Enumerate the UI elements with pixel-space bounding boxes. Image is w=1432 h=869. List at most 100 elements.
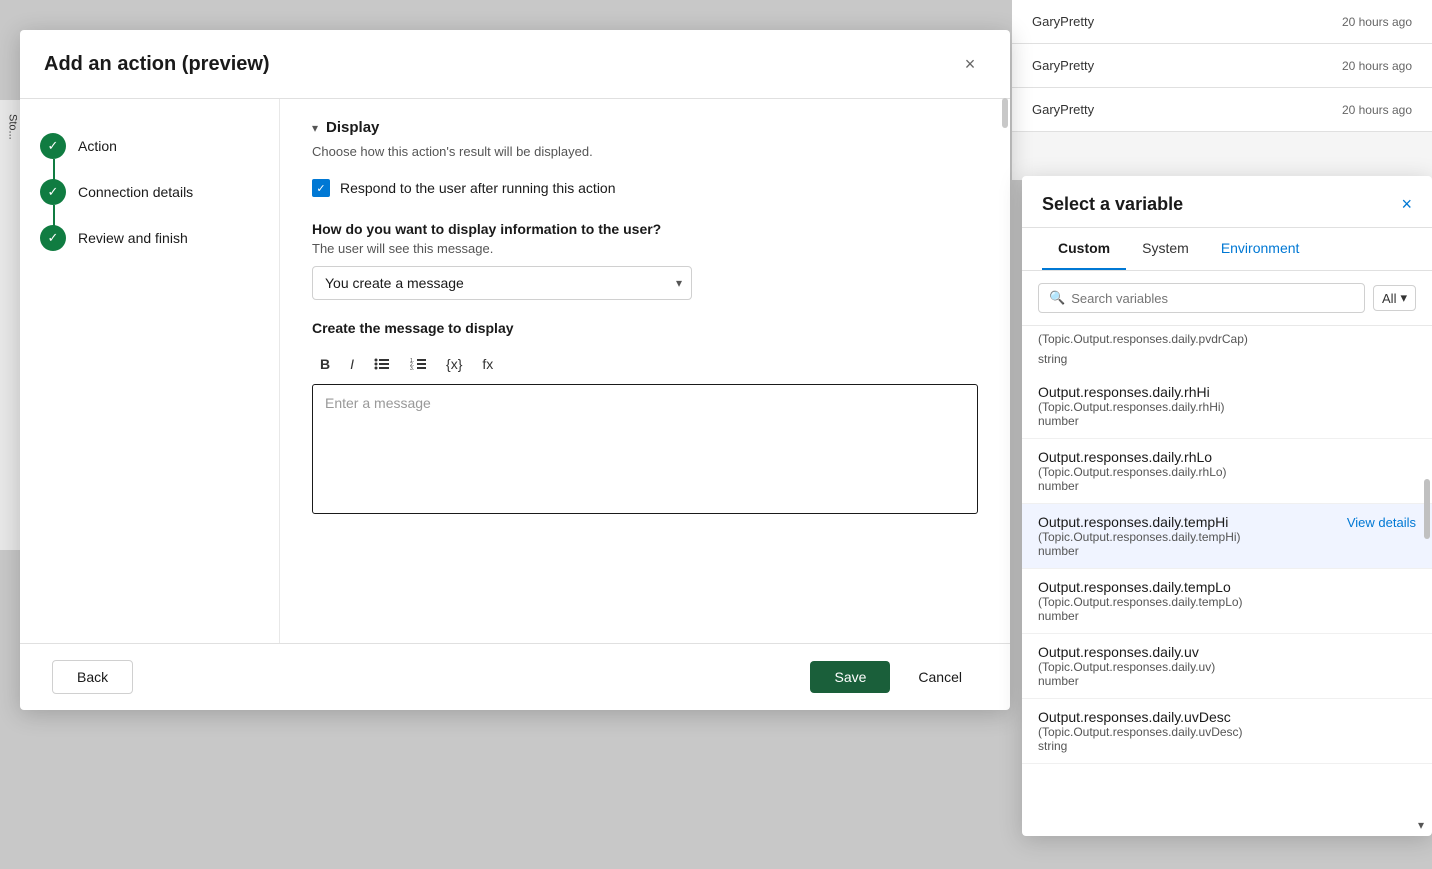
main-content-area: ▾ Display Choose how this action's resul… [280, 99, 1010, 643]
search-icon: 🔍 [1049, 290, 1065, 306]
step-action: ✓ Action [40, 123, 259, 169]
tab-environment[interactable]: Environment [1205, 228, 1316, 270]
step-circle-action: ✓ [40, 133, 66, 159]
list-item[interactable]: Output.responses.daily.rhHi (Topic.Outpu… [1022, 374, 1432, 439]
variable-name: Output.responses.daily.uv [1038, 644, 1199, 660]
background-list: GaryPretty 20 hours ago GaryPretty 20 ho… [1012, 0, 1432, 180]
respond-checkbox-row: ✓ Respond to the user after running this… [312, 179, 978, 197]
tab-custom[interactable]: Custom [1042, 228, 1126, 270]
modal-close-button[interactable]: × [954, 48, 986, 80]
variable-search-box: 🔍 [1038, 283, 1365, 313]
add-action-modal: Add an action (preview) × ✓ Action ✓ Con… [20, 30, 1010, 710]
variable-item-main: Output.responses.daily.tempLo [1038, 579, 1416, 595]
variable-top-type: string [1022, 352, 1432, 374]
check-icon: ✓ [316, 182, 325, 195]
variable-panel: Select a variable × Custom System Enviro… [1022, 176, 1432, 836]
list-item[interactable]: Output.responses.daily.tempHi View detai… [1022, 504, 1432, 569]
variable-type: number [1038, 414, 1416, 428]
display-section-title: Display [326, 119, 379, 136]
variable-name: Output.responses.daily.tempHi [1038, 514, 1228, 530]
variable-item-main: Output.responses.daily.tempHi View detai… [1038, 514, 1416, 530]
variable-top-path: (Topic.Output.responses.daily.pvdrCap) [1022, 326, 1432, 352]
modal-body: ✓ Action ✓ Connection details ✓ Review a… [20, 99, 1010, 643]
bg-item-time: 20 hours ago [1342, 103, 1412, 117]
italic-button[interactable]: I [342, 352, 362, 376]
variable-panel-close-button[interactable]: × [1401, 194, 1412, 215]
bg-item-time: 20 hours ago [1342, 59, 1412, 73]
variable-path: (Topic.Output.responses.daily.rhHi) [1038, 400, 1416, 414]
bg-list-item: GaryPretty 20 hours ago [1012, 0, 1432, 44]
bg-list-item: GaryPretty 20 hours ago [1012, 88, 1432, 132]
variable-filter-dropdown[interactable]: All ▾ [1373, 285, 1416, 311]
variable-path: (Topic.Output.responses.daily.uv) [1038, 660, 1416, 674]
variable-search-row: 🔍 All ▾ [1022, 271, 1432, 326]
view-details-link[interactable]: View details [1347, 515, 1416, 530]
bg-list-item: GaryPretty 20 hours ago [1012, 44, 1432, 88]
step-circle-connection: ✓ [40, 179, 66, 205]
list-item[interactable]: Output.responses.daily.uv (Topic.Output.… [1022, 634, 1432, 699]
step-circle-review: ✓ [40, 225, 66, 251]
display-type-select-wrapper: You create a message ▾ [312, 266, 692, 300]
tab-system[interactable]: System [1126, 228, 1205, 270]
variable-name: Output.responses.daily.rhLo [1038, 449, 1212, 465]
variable-path: (Topic.Output.responses.daily.tempHi) [1038, 530, 1416, 544]
modal-title: Add an action (preview) [44, 53, 270, 76]
chevron-down-icon: ▾ [1400, 290, 1407, 306]
list-item[interactable]: Output.responses.daily.uvDesc (Topic.Out… [1022, 699, 1432, 764]
variable-item-main: Output.responses.daily.rhLo [1038, 449, 1416, 465]
respond-checkbox[interactable]: ✓ [312, 179, 330, 197]
bg-item-name: GaryPretty [1032, 102, 1094, 117]
list-item[interactable]: Output.responses.daily.tempLo (Topic.Out… [1022, 569, 1432, 634]
chevron-down-icon: ▾ [312, 121, 318, 135]
display-section-header: ▾ Display [312, 119, 978, 136]
list-item[interactable]: Output.responses.daily.rhLo (Topic.Outpu… [1022, 439, 1432, 504]
scroll-area: ▾ Display Choose how this action's resul… [280, 99, 1010, 537]
display-question: How do you want to display information t… [312, 221, 978, 237]
variable-insert-button[interactable]: {x} [438, 352, 470, 376]
formula-button[interactable]: fx [474, 352, 501, 376]
modal-scrollbar[interactable] [1002, 99, 1008, 128]
message-textarea[interactable] [312, 384, 978, 514]
svg-text:3.: 3. [410, 366, 414, 371]
variable-item-main: Output.responses.daily.uvDesc [1038, 709, 1416, 725]
check-icon: ✓ [48, 184, 59, 200]
respond-checkbox-label: Respond to the user after running this a… [340, 180, 616, 196]
display-section-description: Choose how this action's result will be … [312, 144, 978, 159]
variable-type: number [1038, 674, 1416, 688]
variable-type: number [1038, 544, 1416, 558]
message-toolbar: B I 1. [312, 348, 978, 380]
bg-item-name: GaryPretty [1032, 14, 1094, 29]
save-button[interactable]: Save [810, 661, 890, 693]
modal-header: Add an action (preview) × [20, 30, 1010, 99]
step-review: ✓ Review and finish [40, 215, 259, 261]
step-label-connection: Connection details [78, 184, 193, 200]
scroll-down-indicator: ▾ [1418, 818, 1424, 832]
variable-type: number [1038, 609, 1416, 623]
bold-button[interactable]: B [312, 352, 338, 376]
variable-name: Output.responses.daily.rhHi [1038, 384, 1210, 400]
cancel-button[interactable]: Cancel [902, 661, 978, 693]
steps-sidebar: ✓ Action ✓ Connection details ✓ Review a… [20, 99, 280, 643]
variable-list-scrollbar[interactable] [1424, 479, 1430, 539]
filter-label: All [1382, 291, 1396, 306]
variable-item-main: Output.responses.daily.uv [1038, 644, 1416, 660]
variable-type: string [1038, 739, 1416, 753]
variable-list: (Topic.Output.responses.daily.pvdrCap) s… [1022, 326, 1432, 836]
modal-footer: Back Save Cancel [20, 643, 1010, 710]
bg-item-name: GaryPretty [1032, 58, 1094, 73]
display-type-select[interactable]: You create a message [312, 266, 692, 300]
variable-panel-title: Select a variable [1042, 194, 1183, 215]
variable-name: Output.responses.daily.uvDesc [1038, 709, 1231, 725]
bullet-list-button[interactable] [366, 353, 398, 375]
variable-path: (Topic.Output.responses.daily.rhLo) [1038, 465, 1416, 479]
back-button[interactable]: Back [52, 660, 133, 694]
numbered-list-button[interactable]: 1. 2. 3. [402, 353, 434, 375]
variable-name: Output.responses.daily.tempLo [1038, 579, 1231, 595]
check-icon: ✓ [48, 138, 59, 154]
step-connection: ✓ Connection details [40, 169, 259, 215]
variable-type: number [1038, 479, 1416, 493]
variable-path: (Topic.Output.responses.daily.uvDesc) [1038, 725, 1416, 739]
variable-search-input[interactable] [1071, 291, 1354, 306]
variable-path: (Topic.Output.responses.daily.tempLo) [1038, 595, 1416, 609]
step-label-review: Review and finish [78, 230, 188, 246]
